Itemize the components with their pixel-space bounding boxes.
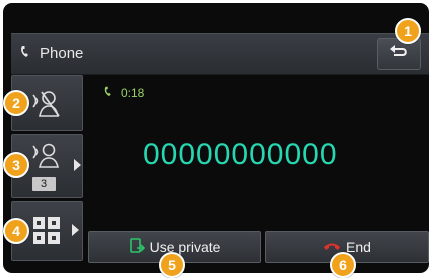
back-arrow-icon (388, 43, 410, 66)
active-call-icon (103, 85, 121, 100)
phone-number: 00000000000 (143, 138, 338, 171)
callout-marker-1: 1 (395, 18, 421, 44)
callout-marker-5: 5 (159, 252, 185, 278)
back-button[interactable] (377, 38, 421, 70)
page-title-text: Phone (40, 44, 84, 62)
call-timer: 0:18 (103, 85, 144, 100)
header-bar: Phone (11, 33, 429, 75)
call-duration: 0:18 (121, 85, 145, 100)
page-title: Phone (19, 44, 83, 62)
end-call-label: End (346, 239, 371, 255)
callout-marker-2: 2 (3, 90, 29, 116)
use-private-label: Use private (149, 239, 221, 255)
callout-marker-3: 3 (3, 152, 29, 178)
chevron-right-icon (72, 224, 79, 236)
callout-marker-6: 6 (330, 252, 356, 278)
callout-marker-4: 4 (3, 218, 29, 244)
chevron-right-icon (74, 159, 81, 171)
private-handset-icon (129, 237, 150, 257)
phone-call-screen: Phone 3 0:18 00000000000 Use private End (3, 3, 429, 273)
volume-level: 3 (32, 177, 56, 191)
phone-handset-icon (19, 44, 40, 62)
